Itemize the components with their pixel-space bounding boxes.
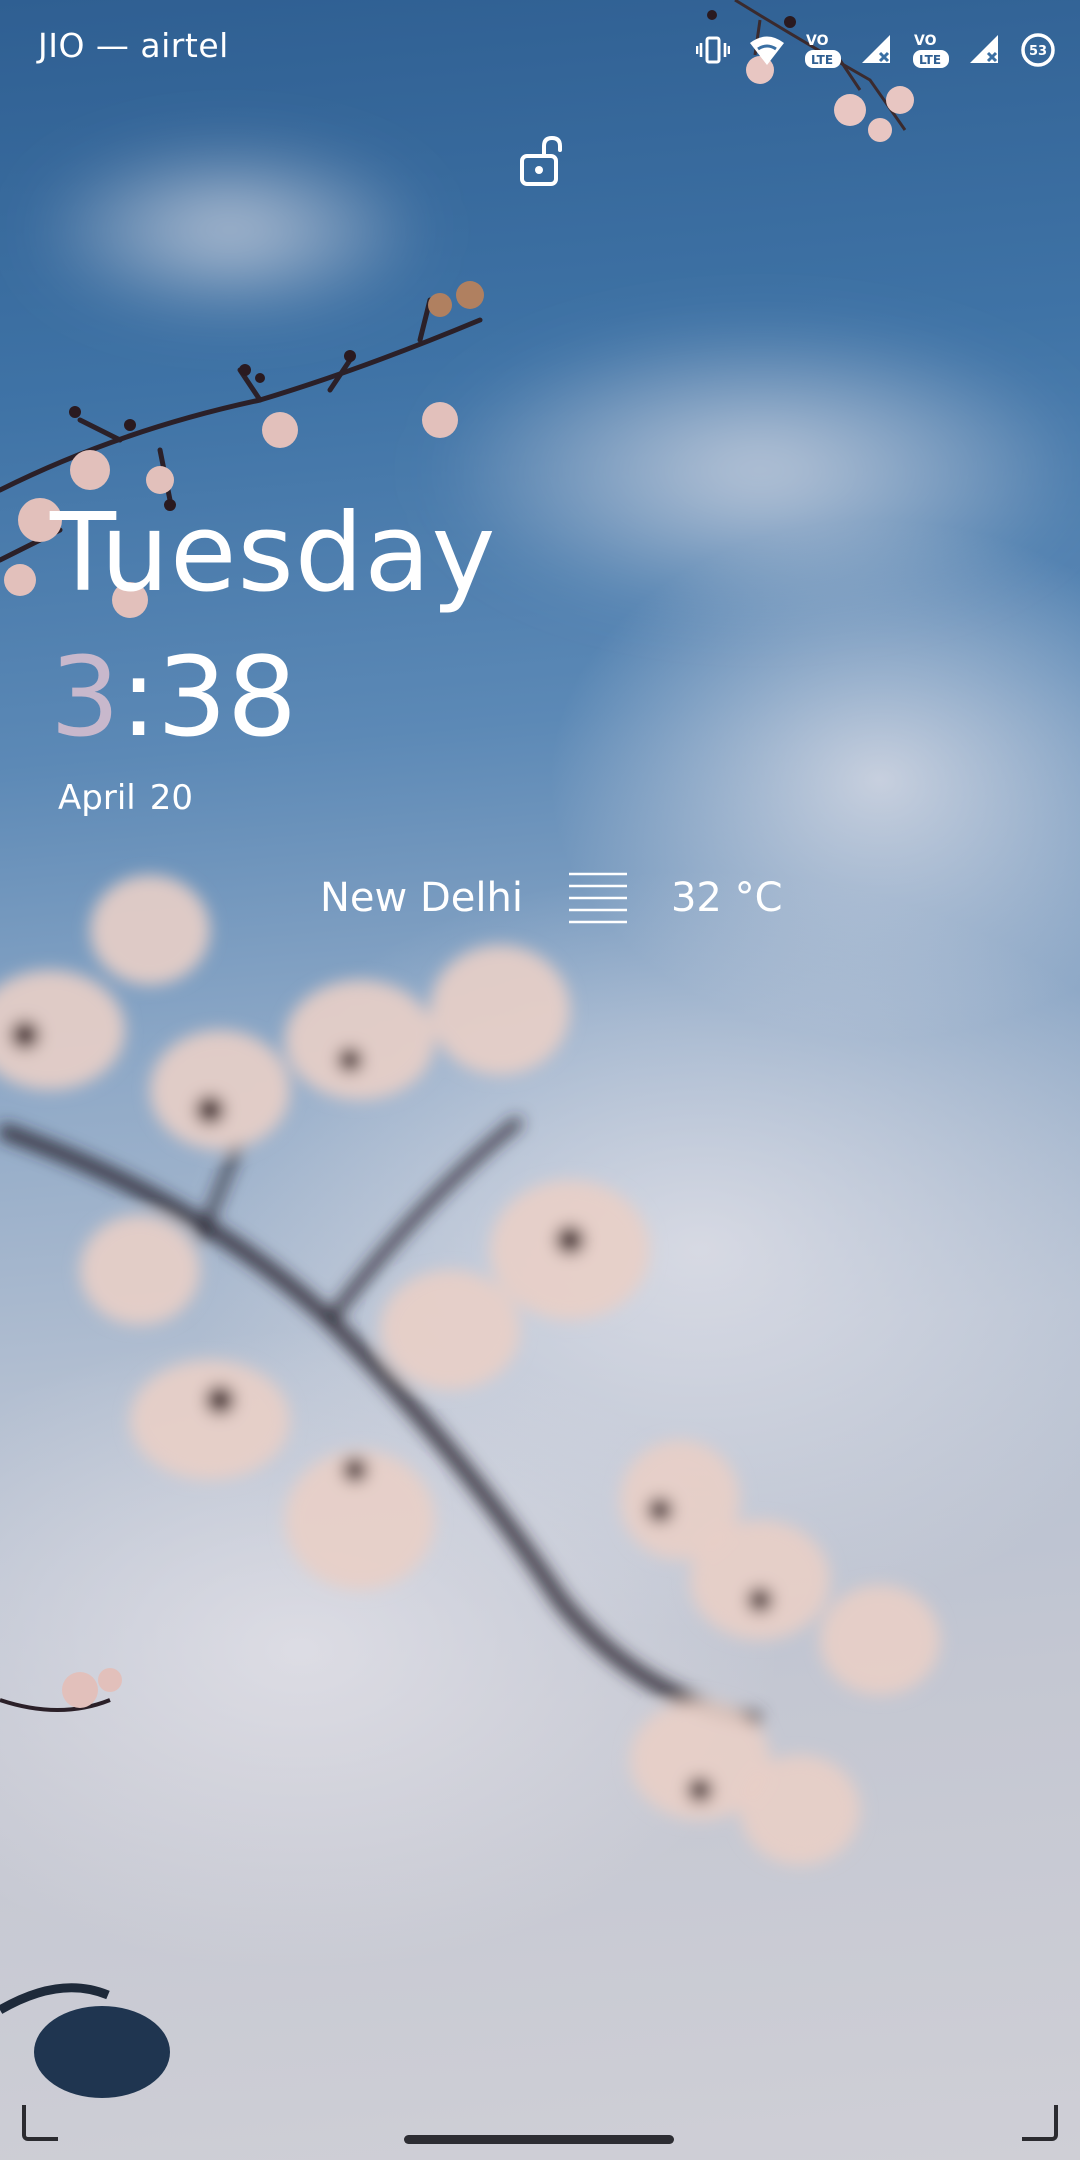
gesture-corner-left	[22, 2105, 58, 2141]
battery-icon: 53	[1020, 32, 1056, 68]
signal-no-service-icon	[968, 33, 1002, 67]
date-label: April 20	[58, 778, 193, 818]
home-gesture-bar[interactable]	[404, 2135, 674, 2144]
clock-time: 3:38	[50, 642, 297, 752]
volte-lte-icon: VO LTE	[912, 30, 950, 70]
clock-minutes: :38	[120, 633, 298, 761]
day-of-week: Tuesday	[50, 491, 497, 616]
vibrate-icon	[696, 35, 730, 65]
clock-hour: 3	[50, 633, 120, 761]
svg-text:VO: VO	[806, 33, 829, 49]
signal-no-service-icon	[860, 33, 894, 67]
weather-widget[interactable]: New Delhi 32 °C	[320, 868, 783, 928]
wifi-calling-icon	[748, 33, 786, 67]
svg-text:LTE: LTE	[919, 53, 941, 67]
status-bar: JIO — airtel VO LTE VO LTE 53	[0, 0, 1080, 100]
gesture-corner-right	[1022, 2105, 1058, 2141]
fog-icon	[567, 870, 629, 926]
date-day: 20	[149, 778, 193, 818]
lock-screen: JIO — airtel VO LTE VO LTE 53 Tuesday 3:…	[0, 0, 1080, 2160]
carrier-name: JIO — airtel	[38, 26, 229, 65]
wallpaper-image	[0, 0, 1080, 2098]
weather-city: New Delhi	[320, 875, 523, 921]
svg-text:53: 53	[1029, 44, 1047, 59]
date-month: April	[58, 778, 136, 818]
weather-temperature: 32 °C	[670, 875, 783, 921]
svg-text:LTE: LTE	[811, 53, 833, 67]
unlock-icon[interactable]	[514, 132, 570, 188]
volte-lte-icon: VO LTE	[804, 30, 842, 70]
svg-text:VO: VO	[914, 33, 937, 49]
status-icons: VO LTE VO LTE 53	[696, 28, 1056, 72]
